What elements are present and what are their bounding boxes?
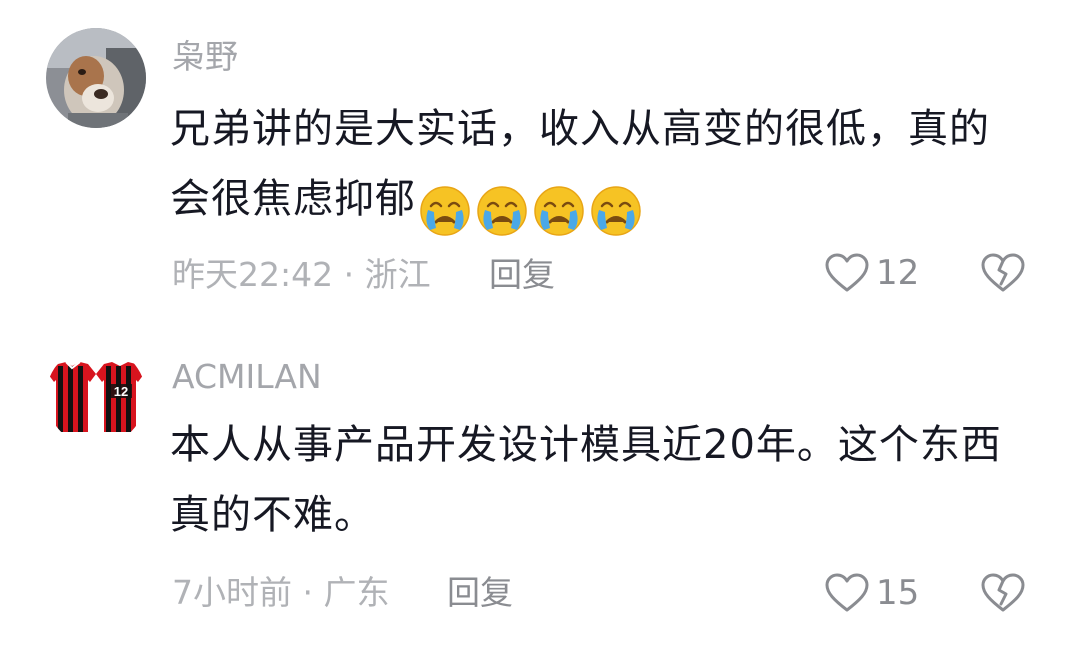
comment-text-line: 会很焦虑抑郁 xyxy=(170,176,416,222)
username[interactable]: ACMILAN xyxy=(172,360,322,393)
crying-face-icon xyxy=(477,186,527,236)
like-count: 15 xyxy=(876,573,920,613)
dislike-button[interactable] xyxy=(980,252,1026,298)
avatar[interactable] xyxy=(46,28,146,128)
comment-item: 枭野 兄弟讲的是大实话，收入从高变的很低，真的 会很焦虑抑郁 昨天22:42 ·… xyxy=(0,0,1080,310)
heart-icon xyxy=(825,573,869,612)
comment-text: 本人从事产品开发设计模具近20年。这个东西 真的不难。 xyxy=(170,410,1050,550)
broken-heart-icon xyxy=(981,253,1025,292)
comment-meta: 昨天22:42 · 浙江 xyxy=(172,255,431,294)
crying-face-icon xyxy=(534,186,584,236)
comment-text-line-2: 会很焦虑抑郁 xyxy=(170,164,1050,244)
crying-face-icon xyxy=(420,186,470,236)
comment-meta: 7小时前 · 广东 xyxy=(172,573,390,612)
comment-text-line: 本人从事产品开发设计模具近20年。这个东西 xyxy=(170,422,1002,468)
like-button[interactable]: 12 xyxy=(824,252,919,294)
avatar-dog-image xyxy=(46,28,146,128)
comment-list: 枭野 兄弟讲的是大实话，收入从高变的很低，真的 会很焦虑抑郁 昨天22:42 ·… xyxy=(0,0,1080,646)
emoji-group xyxy=(418,174,646,244)
comment-item: 12 ACMILAN 本人从事产品开发设计模具近20年。这个东西 真的不难。 7… xyxy=(0,310,1080,646)
heart-icon xyxy=(825,253,869,292)
avatar[interactable]: 12 xyxy=(46,346,146,446)
like-button[interactable]: 15 xyxy=(824,572,919,614)
reply-button[interactable]: 回复 xyxy=(447,576,513,609)
comment-text-line: 兄弟讲的是大实话，收入从高变的很低，真的 xyxy=(170,106,990,152)
crying-face-icon xyxy=(591,186,641,236)
jersey-number: 12 xyxy=(114,384,128,399)
comment-text: 兄弟讲的是大实话，收入从高变的很低，真的 会很焦虑抑郁 xyxy=(170,94,1050,244)
broken-heart-icon xyxy=(981,573,1025,612)
avatar-jersey-image: 12 xyxy=(46,346,146,446)
dislike-button[interactable] xyxy=(980,572,1026,618)
like-count: 12 xyxy=(876,253,920,293)
comment-text-line: 真的不难。 xyxy=(170,492,375,538)
username[interactable]: 枭野 xyxy=(172,40,238,73)
reply-button[interactable]: 回复 xyxy=(489,258,555,291)
